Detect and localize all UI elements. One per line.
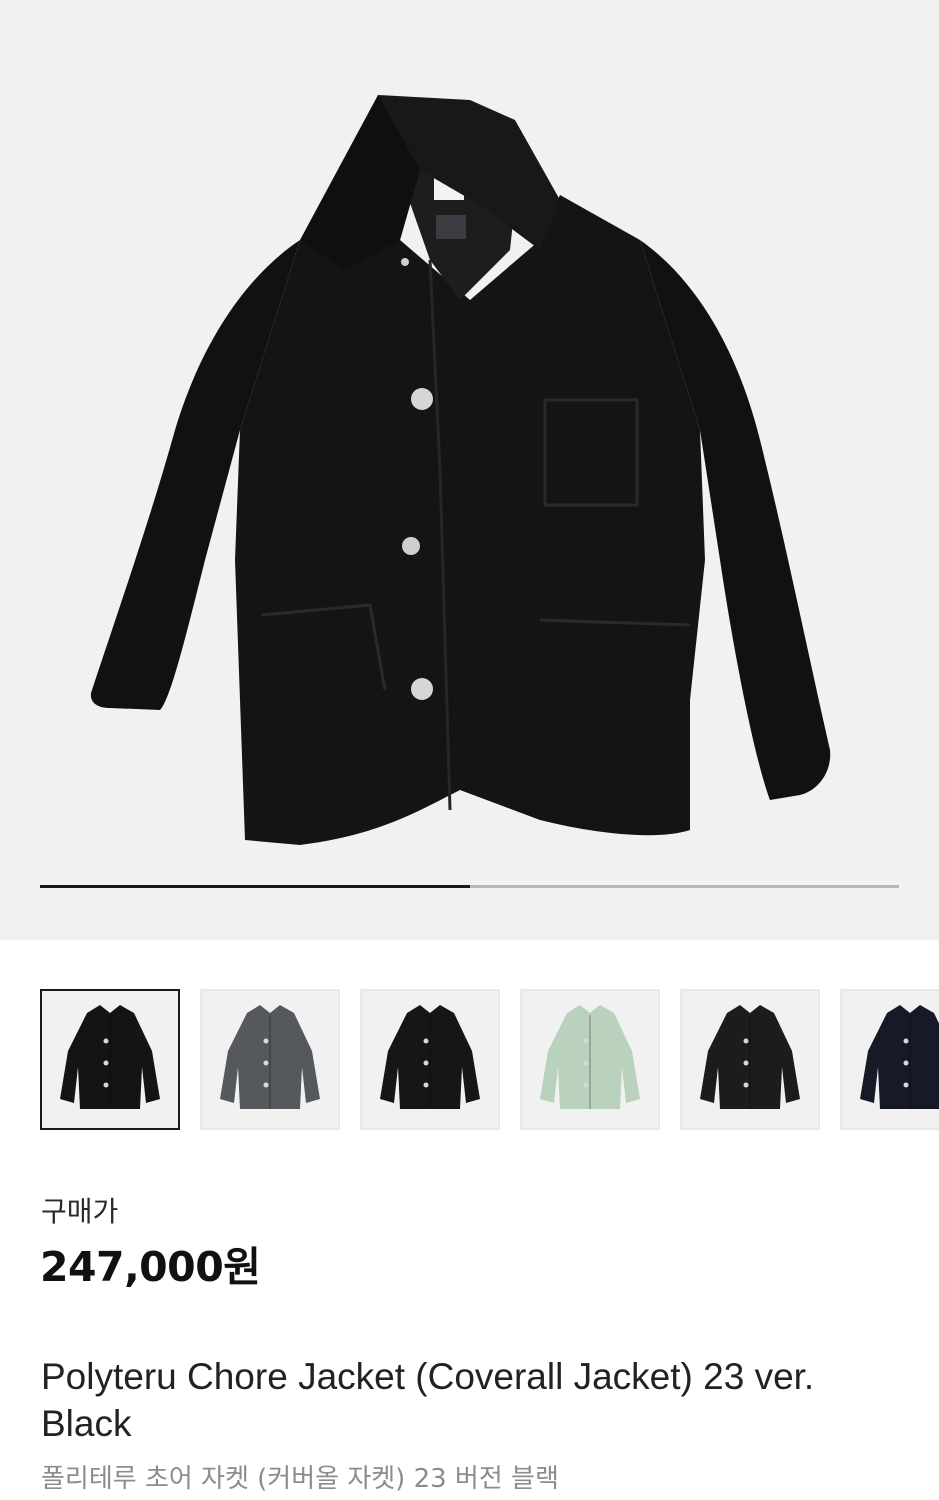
main-product-image: [90, 95, 831, 845]
thumbnail-charcoal-jacket[interactable]: [200, 989, 340, 1130]
price-label: 구매가: [41, 1195, 119, 1228]
jacket-thumbnail-image: [380, 1005, 480, 1109]
jacket-thumbnail-image: [860, 1005, 939, 1109]
product-subtitle: 폴리테루 초어 자켓 (커버올 자켓) 23 버전 블랙: [41, 1464, 559, 1494]
product-title: Polyteru Chore Jacket (Coverall Jacket) …: [41, 1356, 815, 1444]
thumbnail-mint-jacket[interactable]: [520, 989, 660, 1130]
color-thumbnail-list[interactable]: [40, 989, 939, 1130]
thumbnail-black-jacket-dark[interactable]: [680, 989, 820, 1130]
jacket-thumbnail-image: [220, 1005, 320, 1109]
thumbnail-black-jacket-alt[interactable]: [360, 989, 500, 1130]
product-image-gallery[interactable]: [0, 0, 939, 940]
product-price: 247,000원: [40, 1243, 261, 1291]
jacket-thumbnail-image: [60, 1005, 160, 1109]
jacket-thumbnail-image: [540, 1005, 640, 1109]
gallery-progress-fill: [40, 885, 470, 888]
jacket-thumbnail-image: [700, 1005, 800, 1109]
thumbnail-navy-jacket[interactable]: [840, 989, 939, 1130]
gallery-progress-bar: [40, 885, 899, 888]
thumbnail-black-jacket[interactable]: [40, 989, 180, 1130]
